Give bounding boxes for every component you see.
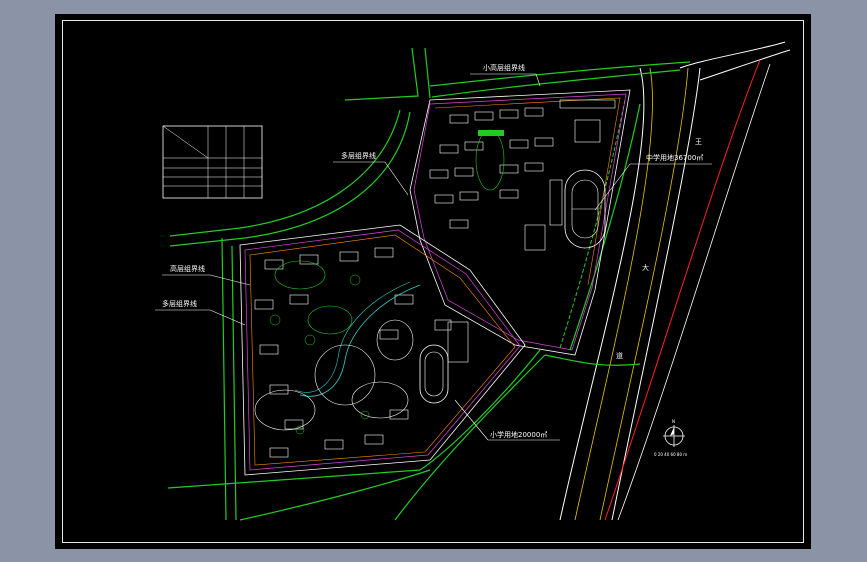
site-boundaries	[239, 89, 631, 476]
road-char-b: 大	[642, 263, 649, 272]
leader-lines	[155, 73, 712, 441]
scale-bar-text: 0 20 40 60 80 m	[654, 452, 687, 457]
middle-school-track	[564, 169, 606, 249]
north-arrow	[663, 425, 685, 447]
middle-school-label: 中学用地36700㎡	[646, 153, 703, 162]
boundary-label-left-b: 多层组界线	[162, 299, 197, 308]
legend-table	[162, 125, 263, 199]
building-blocks-south	[254, 247, 414, 458]
boundary-label-left-mid: 多层组界线	[341, 151, 376, 160]
road-char-a: 王	[695, 138, 702, 146]
building-blocks-north	[429, 99, 616, 251]
main-highway	[559, 41, 791, 521]
boundary-label-top: 小高层组界线	[483, 63, 525, 72]
primary-school-track	[419, 319, 469, 404]
north-arrow-letter: N	[672, 419, 675, 424]
primary-school-label: 小学用地20000㎡	[490, 430, 547, 439]
boundary-label-left-a: 高层组界线	[170, 264, 205, 273]
site-plan-drawing: 小高层组界线 多层组界线 高层组界线 多层组界线 中学用地36700㎡ 小学用地…	[155, 41, 791, 521]
road-char-c: 道	[616, 351, 623, 360]
